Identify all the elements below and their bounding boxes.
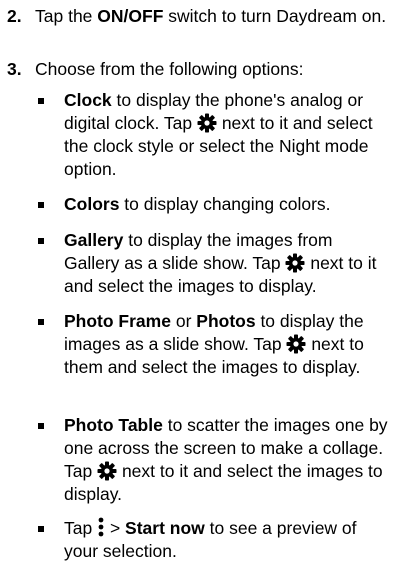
- option-photo-frame: Photo Frame or Photos to display the ima…: [38, 310, 392, 379]
- gear-icon: [286, 334, 306, 354]
- option-name: Start now: [125, 518, 205, 538]
- step-text-part: switch to turn Daydream on.: [163, 6, 387, 26]
- option-colors: Colors to display changing colors.: [38, 193, 392, 216]
- more-vert-icon: [98, 517, 104, 537]
- gear-icon: [285, 253, 305, 273]
- step-text: Tap the ON/OFF switch to turn Daydream o…: [35, 5, 390, 28]
- option-preview: Tap > Start now to see a preview of your…: [38, 517, 392, 563]
- bullet: [38, 202, 44, 208]
- option-name: Photo Frame: [64, 311, 171, 331]
- bullet: [38, 319, 44, 325]
- bullet: [38, 423, 44, 429]
- bullet: [38, 98, 44, 104]
- option-name: Clock: [64, 90, 112, 110]
- gear-icon: [197, 113, 217, 133]
- option-text: to display changing colors.: [119, 194, 331, 214]
- bullet: [38, 238, 44, 244]
- option-name: Photo Table: [64, 415, 163, 435]
- step-text: Choose from the following options:: [35, 59, 304, 79]
- bullet: [38, 526, 44, 532]
- gear-icon: [97, 461, 117, 481]
- option-name: Colors: [64, 194, 120, 214]
- option-text: or: [170, 311, 197, 331]
- step-text-part: Tap the: [35, 6, 98, 26]
- step-number: 2.: [7, 6, 22, 26]
- option-text: Tap: [64, 518, 98, 538]
- option-text: >: [105, 518, 126, 538]
- option-gallery: Gallery to display the images from Galle…: [38, 229, 392, 298]
- option-name: Photos: [196, 311, 256, 331]
- instructions-page: 2. Tap the ON/OFF switch to turn Daydrea…: [0, 0, 395, 561]
- option-name: Gallery: [64, 230, 124, 250]
- option-photo-table: Photo Table to scatter the images one by…: [38, 414, 392, 506]
- step-number: 3.: [7, 59, 22, 79]
- onoff-switch-label: ON/OFF: [97, 6, 164, 26]
- option-clock: Clock to display the phone's analog or d…: [38, 89, 392, 181]
